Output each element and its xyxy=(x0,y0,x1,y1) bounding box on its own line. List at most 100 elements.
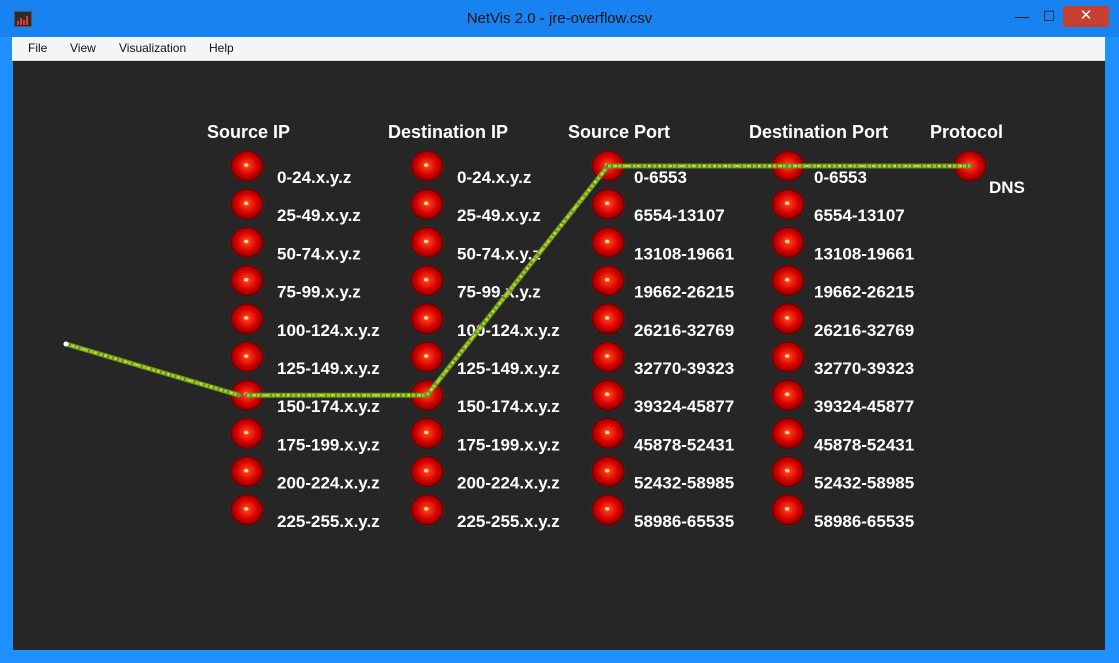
node-source-ip-125-149-x-y-z[interactable]: 125-149.x.y.z xyxy=(228,340,380,378)
node-source-port-19662-26215[interactable]: 19662-26215 xyxy=(589,263,734,302)
node-label: 39324-45877 xyxy=(634,397,734,416)
incoming-line xyxy=(63,341,242,398)
node-label: 175-199.x.y.z xyxy=(457,435,560,454)
node-destination-ip-25-49-x-y-z[interactable]: 25-49.x.y.z xyxy=(408,187,541,225)
node-label: 75-99.x.y.z xyxy=(277,283,361,302)
node-label: 0-6553 xyxy=(634,168,687,187)
menu-file[interactable]: File xyxy=(28,41,47,55)
line-endpoint xyxy=(63,341,69,347)
node-label: DNS xyxy=(989,178,1025,197)
node-protocol-dns[interactable]: DNS xyxy=(951,149,1025,197)
node-source-ip-50-74-x-y-z[interactable]: 50-74.x.y.z xyxy=(228,225,361,263)
node-destination-port-6554-13107[interactable]: 6554-13107 xyxy=(769,187,905,225)
node-label: 39324-45877 xyxy=(814,397,914,416)
node-label: 32770-39323 xyxy=(634,359,734,378)
node-destination-port-32770-39323[interactable]: 32770-39323 xyxy=(769,340,914,378)
node-destination-ip-75-99-x-y-z[interactable]: 75-99.x.y.z xyxy=(408,263,541,302)
node-label: 52432-58985 xyxy=(634,474,734,493)
node-destination-ip-0-24-x-y-z[interactable]: 0-24.x.y.z xyxy=(408,149,531,187)
node-label: 150-174.x.y.z xyxy=(277,397,380,416)
axis-destination-port: Destination Port 0-6553 6554-13107 13108-19… xyxy=(749,122,914,531)
node-label: 75-99.x.y.z xyxy=(457,283,541,302)
node-destination-port-52432-58985[interactable]: 52432-58985 xyxy=(769,454,914,493)
node-source-port-58986-65535[interactable]: 58986-65535 xyxy=(589,492,734,531)
node-label: 50-74.x.y.z xyxy=(277,244,361,263)
node-label: 6554-13107 xyxy=(634,206,725,225)
node-source-ip-200-224-x-y-z[interactable]: 200-224.x.y.z xyxy=(228,454,380,493)
node-label: 26216-32769 xyxy=(814,321,914,340)
node-source-port-45878-52431[interactable]: 45878-52431 xyxy=(589,416,734,454)
node-destination-port-58986-65535[interactable]: 58986-65535 xyxy=(769,492,914,531)
window-title: NetVis 2.0 - jre-overflow.csv xyxy=(466,10,653,27)
node-label: 150-174.x.y.z xyxy=(457,397,560,416)
node-label: 13108-19661 xyxy=(814,244,914,263)
node-label: 225-255.x.y.z xyxy=(277,512,380,531)
node-label: 45878-52431 xyxy=(814,435,914,454)
visualization-canvas[interactable]: Source IP 0-24.x.y.z 25-49.x.y.z 50-74.x.y.… xyxy=(13,61,1105,650)
menu-view[interactable]: View xyxy=(70,41,96,55)
node-source-ip-225-255-x-y-z[interactable]: 225-255.x.y.z xyxy=(228,492,380,531)
axis-title: Source IP xyxy=(207,122,290,142)
node-label: 225-255.x.y.z xyxy=(457,512,560,531)
node-label: 25-49.x.y.z xyxy=(277,206,361,225)
parallel-coordinates-plot[interactable]: Source IP 0-24.x.y.z 25-49.x.y.z 50-74.x.y.… xyxy=(13,61,1105,650)
axis-protocol: Protocol DNS xyxy=(930,122,1025,197)
axis-title: Destination Port xyxy=(749,122,888,142)
node-destination-ip-125-149-x-y-z[interactable]: 125-149.x.y.z xyxy=(408,340,560,378)
close-button[interactable]: ✕ xyxy=(1063,6,1109,27)
node-label: 125-149.x.y.z xyxy=(457,359,560,378)
node-label: 19662-26215 xyxy=(814,283,914,302)
axis-source-ip: Source IP 0-24.x.y.z 25-49.x.y.z 50-74.x.y.… xyxy=(207,122,380,531)
app-window: NetVis 2.0 - jre-overflow.csv — ☐ ✕ File… xyxy=(0,0,1119,663)
node-label: 50-74.x.y.z xyxy=(457,244,541,263)
node-label: 200-224.x.y.z xyxy=(457,474,560,493)
node-source-port-6554-13107[interactable]: 6554-13107 xyxy=(589,187,725,225)
node-destination-port-45878-52431[interactable]: 45878-52431 xyxy=(769,416,914,454)
menu-help[interactable]: Help xyxy=(209,41,234,55)
node-label: 45878-52431 xyxy=(634,435,734,454)
node-label: 32770-39323 xyxy=(814,359,914,378)
node-label: 25-49.x.y.z xyxy=(457,206,541,225)
node-source-ip-175-199-x-y-z[interactable]: 175-199.x.y.z xyxy=(228,416,380,454)
menu-bar: File View Visualization Help xyxy=(12,37,1105,61)
node-destination-ip-225-255-x-y-z[interactable]: 225-255.x.y.z xyxy=(408,492,560,531)
axis-title: Source Port xyxy=(568,122,670,142)
node-label: 6554-13107 xyxy=(814,206,905,225)
node-destination-ip-175-199-x-y-z[interactable]: 175-199.x.y.z xyxy=(408,416,560,454)
node-label: 0-24.x.y.z xyxy=(457,168,531,187)
node-destination-ip-50-74-x-y-z[interactable]: 50-74.x.y.z xyxy=(408,225,541,263)
node-label: 175-199.x.y.z xyxy=(277,435,380,454)
node-label: 58986-65535 xyxy=(634,512,734,531)
node-destination-ip-200-224-x-y-z[interactable]: 200-224.x.y.z xyxy=(408,454,560,493)
menu-visualization[interactable]: Visualization xyxy=(119,41,186,55)
node-label: 100-124.x.y.z xyxy=(277,321,380,340)
node-source-ip-0-24-x-y-z[interactable]: 0-24.x.y.z xyxy=(228,149,351,187)
node-destination-port-19662-26215[interactable]: 19662-26215 xyxy=(769,263,914,302)
axis-title: Destination IP xyxy=(388,122,508,142)
node-source-port-26216-32769[interactable]: 26216-32769 xyxy=(589,301,734,340)
node-destination-port-39324-45877[interactable]: 39324-45877 xyxy=(769,378,914,416)
node-label: 19662-26215 xyxy=(634,283,734,302)
node-label: 0-6553 xyxy=(814,168,867,187)
node-destination-port-13108-19661[interactable]: 13108-19661 xyxy=(769,225,914,263)
node-label: 26216-32769 xyxy=(634,321,734,340)
node-source-ip-25-49-x-y-z[interactable]: 25-49.x.y.z xyxy=(228,187,361,225)
node-source-ip-75-99-x-y-z[interactable]: 75-99.x.y.z xyxy=(228,263,361,302)
maximize-button[interactable]: ☐ xyxy=(1036,6,1062,27)
node-destination-port-26216-32769[interactable]: 26216-32769 xyxy=(769,301,914,340)
node-source-port-52432-58985[interactable]: 52432-58985 xyxy=(589,454,734,493)
node-source-port-32770-39323[interactable]: 32770-39323 xyxy=(589,340,734,378)
node-label: 52432-58985 xyxy=(814,474,914,493)
node-destination-ip-150-174-x-y-z[interactable]: 150-174.x.y.z xyxy=(408,378,560,416)
node-source-port-39324-45877[interactable]: 39324-45877 xyxy=(589,378,734,416)
axis-title: Protocol xyxy=(930,122,1003,142)
title-bar[interactable]: NetVis 2.0 - jre-overflow.csv — ☐ ✕ xyxy=(0,0,1119,37)
minimize-button[interactable]: — xyxy=(1009,6,1035,27)
node-label: 0-24.x.y.z xyxy=(277,168,351,187)
node-label: 125-149.x.y.z xyxy=(277,359,380,378)
axis-destination-ip: Destination IP 0-24.x.y.z 25-49.x.y.z 50-74… xyxy=(388,122,560,531)
node-label: 13108-19661 xyxy=(634,244,734,263)
node-source-ip-100-124-x-y-z[interactable]: 100-124.x.y.z xyxy=(228,301,380,340)
node-label: 58986-65535 xyxy=(814,512,914,531)
node-source-port-13108-19661[interactable]: 13108-19661 xyxy=(589,225,734,263)
